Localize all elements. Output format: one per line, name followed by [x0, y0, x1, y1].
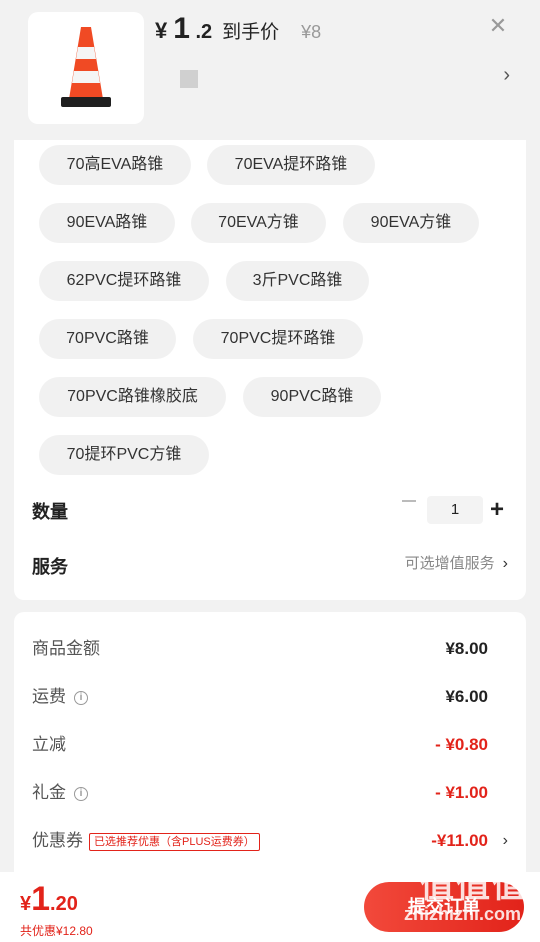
coupon-value: -¥11.00: [431, 831, 488, 850]
total-integer: 1: [31, 880, 51, 918]
option-chip[interactable]: 70PVC路锥: [39, 319, 176, 359]
summary-row-coupon[interactable]: 优惠券 已选推荐优惠（含PLUS运费券） -¥11.00 ›: [32, 826, 508, 856]
traffic-cone-icon: [61, 27, 111, 107]
service-selector[interactable]: 可选增值服务 ›: [405, 552, 508, 573]
gift-label-wrap: 礼金 i: [32, 778, 88, 808]
summary-row-instant: 立减 - ¥0.80: [32, 730, 508, 760]
price-line: ¥1.2 到手价 ¥8: [155, 12, 321, 46]
instant-discount-label: 立减: [32, 735, 66, 754]
option-chip[interactable]: 70高EVA路锥: [39, 145, 191, 185]
goods-amount-label: 商品金额: [32, 639, 100, 658]
total-price: ¥1.20: [20, 880, 78, 919]
instant-discount-value: - ¥0.80: [435, 735, 488, 754]
option-chip[interactable]: 70PVC路锥橡胶底: [39, 377, 226, 417]
product-thumbnail: [28, 12, 144, 124]
price-decimal: .2: [195, 21, 213, 43]
coupon-label: 优惠券: [32, 831, 83, 850]
submit-order-button[interactable]: 提交订单: [364, 882, 524, 932]
option-chip[interactable]: 90PVC路锥: [243, 377, 381, 417]
gift-value: - ¥1.00: [435, 783, 488, 802]
chevron-right-icon[interactable]: ›: [503, 64, 510, 87]
plus-icon[interactable]: +: [490, 498, 504, 522]
product-header: ¥1.2 到手价 ¥8 ✕ ›: [0, 0, 540, 140]
option-chip[interactable]: 70EVA方锥: [191, 203, 326, 243]
freight-label: 运费: [32, 687, 66, 706]
freight-value: ¥6.00: [445, 687, 488, 706]
option-chip[interactable]: 62PVC提环路锥: [39, 261, 209, 301]
summary-row-freight: 运费 i ¥6.00: [32, 682, 508, 712]
info-icon[interactable]: i: [74, 786, 88, 801]
price-currency: ¥: [155, 18, 168, 43]
order-summary-card: 商品金额 ¥8.00 运费 i ¥6.00 立减 - ¥0.80 礼金 i - ¥1…: [14, 612, 526, 882]
total-decimal: .20: [50, 893, 78, 915]
checkout-bar: ¥1.20 共优惠¥12.80 提交订单: [0, 872, 540, 942]
coupon-label-wrap: 优惠券 已选推荐优惠（含PLUS运费券）: [32, 826, 260, 856]
chevron-right-icon: ›: [502, 555, 508, 572]
chevron-right-icon[interactable]: ›: [503, 826, 508, 856]
options-card: 70高EVA路锥 70EVA提环路锥 90EVA路锥 70EVA方锥 90EVA…: [14, 140, 526, 600]
total-discount: 共优惠¥12.80: [20, 924, 93, 938]
info-icon[interactable]: i: [74, 690, 88, 705]
option-chip[interactable]: 3斤PVC路锥: [226, 261, 369, 301]
freight-label-wrap: 运费 i: [32, 682, 88, 712]
spec-swatch[interactable]: [180, 70, 198, 88]
coupon-tag: 已选推荐优惠（含PLUS运费券）: [89, 832, 260, 851]
option-chip[interactable]: 90EVA方锥: [343, 203, 479, 243]
summary-row-gift: 礼金 i - ¥1.00: [32, 778, 508, 808]
option-chip[interactable]: 70EVA提环路锥: [207, 145, 375, 185]
quantity-field[interactable]: 1: [427, 496, 483, 524]
option-chip[interactable]: 70PVC提环路锥: [193, 319, 363, 359]
close-icon[interactable]: ✕: [486, 14, 510, 38]
service-label: 服务: [32, 557, 68, 577]
gift-label: 礼金: [32, 783, 66, 802]
option-chip[interactable]: 70提环PVC方锥: [39, 435, 209, 475]
total-currency: ¥: [20, 893, 32, 915]
goods-amount-value: ¥8.00: [445, 639, 488, 658]
original-price: ¥8: [301, 22, 322, 42]
summary-row-goods: 商品金额 ¥8.00: [32, 634, 508, 664]
price-integer: 1: [173, 12, 190, 45]
price-label: 到手价: [222, 22, 280, 43]
minus-icon[interactable]: [402, 500, 416, 502]
service-value: 可选增值服务: [404, 555, 495, 572]
option-chip[interactable]: 90EVA路锥: [39, 203, 175, 243]
quantity-label: 数量: [32, 502, 68, 522]
